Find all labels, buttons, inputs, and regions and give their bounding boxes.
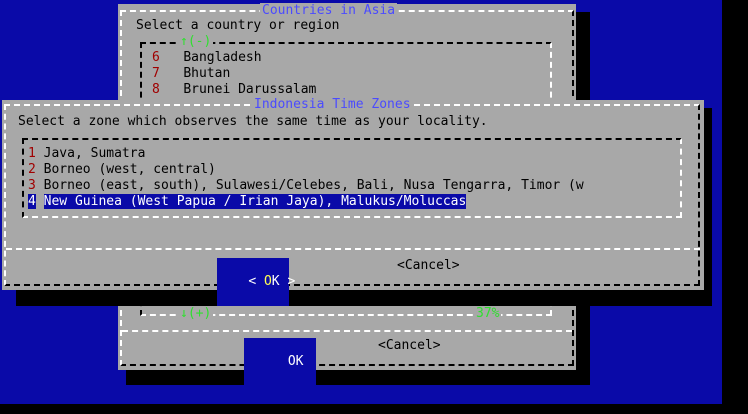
item-number: 4 — [28, 194, 36, 209]
scroll-up-indicator: ↑(-) — [178, 34, 214, 50]
item-label: Borneo (east, south), Sulawesi/Celebes, … — [43, 178, 584, 193]
inner-ok-button[interactable]: < OK > — [217, 258, 295, 306]
zone-list-item[interactable]: 2 Borneo (west, central) — [28, 162, 216, 178]
ok-label: OK — [287, 354, 304, 369]
inner-dialog-prompt: Select a zone which observes the same ti… — [18, 114, 488, 129]
item-number: 6 — [152, 50, 160, 65]
ok-hotkey: O — [263, 274, 272, 289]
outer-list-item[interactable]: 6 Bangladesh — [152, 50, 262, 66]
outer-list-item[interactable]: 7 Bhutan — [152, 66, 230, 82]
zone-list-item-selected[interactable]: 4 New Guinea (West Papua / Irian Jaya), … — [28, 194, 467, 210]
ok-bracket-left: < — [248, 274, 257, 289]
outer-list-item[interactable]: 8 Brunei Darussalam — [152, 82, 316, 98]
item-label: Bhutan — [183, 66, 231, 81]
item-label: New Guinea (West Papua / Irian Jaya), Ma… — [43, 194, 467, 209]
inner-dialog: Indonesia Time Zones Select a zone which… — [2, 97, 704, 306]
outer-ok-button[interactable]: OK — [244, 338, 316, 386]
item-label: Brunei Darussalam — [183, 82, 317, 97]
item-number: 3 — [28, 178, 36, 193]
outer-button-separator — [122, 330, 572, 332]
item-label: Bangladesh — [183, 50, 262, 65]
zone-list-item[interactable]: 3 Borneo (east, south), Sulawesi/Celebes… — [28, 178, 584, 194]
item-number: 1 — [28, 146, 36, 161]
item-label: Borneo (west, central) — [43, 162, 216, 177]
outer-dialog-title: Countries in Asia — [260, 3, 398, 19]
item-number: 8 — [152, 82, 160, 97]
item-number: 7 — [152, 66, 160, 81]
inner-button-separator — [6, 248, 700, 250]
scroll-percent: 37% — [474, 306, 502, 322]
outer-cancel-button[interactable]: <Cancel> — [378, 338, 441, 354]
outer-dialog-prompt: Select a country or region — [136, 18, 340, 33]
inner-cancel-button[interactable]: <Cancel> — [397, 258, 460, 274]
zone-list-item[interactable]: 1 Java, Sumatra — [28, 146, 145, 162]
inner-dialog-title: Indonesia Time Zones — [252, 97, 413, 113]
scroll-down-indicator: ↓(+) — [178, 306, 214, 322]
item-number: 2 — [28, 162, 36, 177]
item-label: Java, Sumatra — [43, 146, 146, 161]
ok-label-rest: K — [271, 274, 280, 289]
ok-bracket-right: > — [287, 274, 296, 289]
